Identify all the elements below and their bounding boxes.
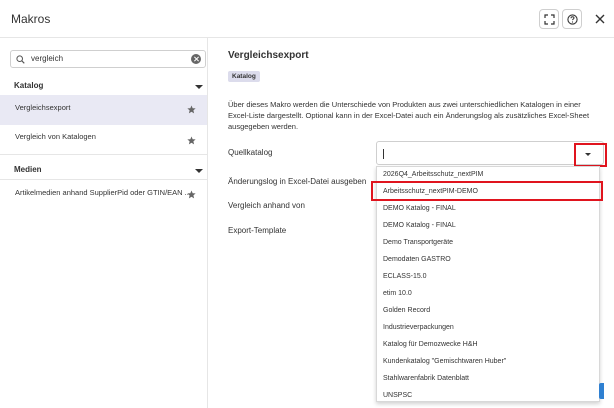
group-header-medien[interactable]: Medien: [0, 160, 207, 180]
help-button[interactable]: [562, 9, 582, 29]
sidebar-item-artikelmedien[interactable]: Artikelmedien anhand SupplierPid oder GT…: [0, 180, 207, 210]
option-item[interactable]: Katalog für Demozwecke H&H: [377, 337, 599, 354]
sidebar-item-label: Vergleichsexport: [15, 103, 71, 112]
text-cursor: [383, 149, 384, 159]
option-item[interactable]: etim 10.0: [377, 286, 599, 303]
search-input-value: vergleich: [31, 54, 64, 63]
clear-search-icon[interactable]: [191, 54, 201, 64]
category-badge: Katalog: [228, 71, 260, 82]
option-item[interactable]: Stahlwarenfabrik Datenblatt: [377, 371, 599, 388]
group-label: Katalog: [14, 81, 44, 90]
option-item[interactable]: UNSPSC: [377, 388, 599, 401]
primary-action-button[interactable]: [599, 383, 604, 399]
field-label-export-template: Export-Template: [228, 226, 287, 235]
option-item[interactable]: Industrieverpackungen: [377, 320, 599, 337]
field-label-vergleich: Vergleich anhand von: [228, 201, 305, 210]
highlight-dropdown-toggle: [574, 143, 607, 167]
dialog-header: Makros: [0, 0, 614, 38]
star-icon[interactable]: [187, 105, 196, 114]
macro-sidebar: vergleich Katalog Vergleichsexport Vergl…: [0, 38, 208, 408]
group-header-katalog[interactable]: Katalog: [0, 76, 207, 96]
option-item[interactable]: Kundenkatalog "Gemischtwaren Huber": [377, 354, 599, 371]
sidebar-item-label: Artikelmedien anhand SupplierPid oder GT…: [15, 188, 191, 197]
fullscreen-icon: [544, 14, 555, 25]
close-button[interactable]: [594, 12, 606, 24]
macros-dialog: Makros vergleich Katalog Vergleichsexpor…: [0, 0, 614, 408]
search-icon: [16, 55, 25, 64]
sidebar-item-vergleich-von-katalogen[interactable]: Vergleich von Katalogen: [0, 124, 207, 154]
quellkatalog-options-list: 2026Q4_Arbeitsschutz_nextPIM Arbeitsschu…: [376, 166, 600, 402]
star-icon[interactable]: [187, 136, 196, 145]
sidebar-item-label: Vergleich von Katalogen: [15, 132, 96, 141]
sidebar-item-vergleichsexport[interactable]: Vergleichsexport: [0, 95, 207, 125]
macro-description: Über dieses Makro werden die Unterschied…: [228, 100, 590, 131]
chevron-down-icon: [195, 85, 203, 89]
highlight-selected-option: [371, 181, 603, 201]
fullscreen-button[interactable]: [539, 9, 559, 29]
help-icon: [567, 14, 578, 25]
field-label-aenderungslog: Änderungslog in Excel-Datei ausgeben: [228, 177, 367, 186]
quellkatalog-select[interactable]: [376, 141, 604, 165]
option-item[interactable]: ECLASS-15.0: [377, 269, 599, 286]
divider: [0, 154, 207, 155]
option-item[interactable]: DEMO Katalog - FINAL: [377, 201, 599, 218]
star-icon[interactable]: [187, 190, 196, 199]
chevron-down-icon: [195, 169, 203, 173]
option-item[interactable]: Golden Record: [377, 303, 599, 320]
field-label-quellkatalog: Quellkatalog: [228, 148, 273, 157]
group-label: Medien: [14, 165, 42, 174]
option-item[interactable]: DEMO Katalog - FINAL: [377, 218, 599, 235]
option-item[interactable]: Demodaten GASTRO: [377, 252, 599, 269]
page-title: Vergleichsexport: [228, 50, 309, 61]
search-input[interactable]: vergleich: [10, 50, 206, 68]
option-item[interactable]: Demo Transportgeräte: [377, 235, 599, 252]
dialog-title: Makros: [11, 12, 51, 26]
close-icon: [595, 14, 605, 24]
